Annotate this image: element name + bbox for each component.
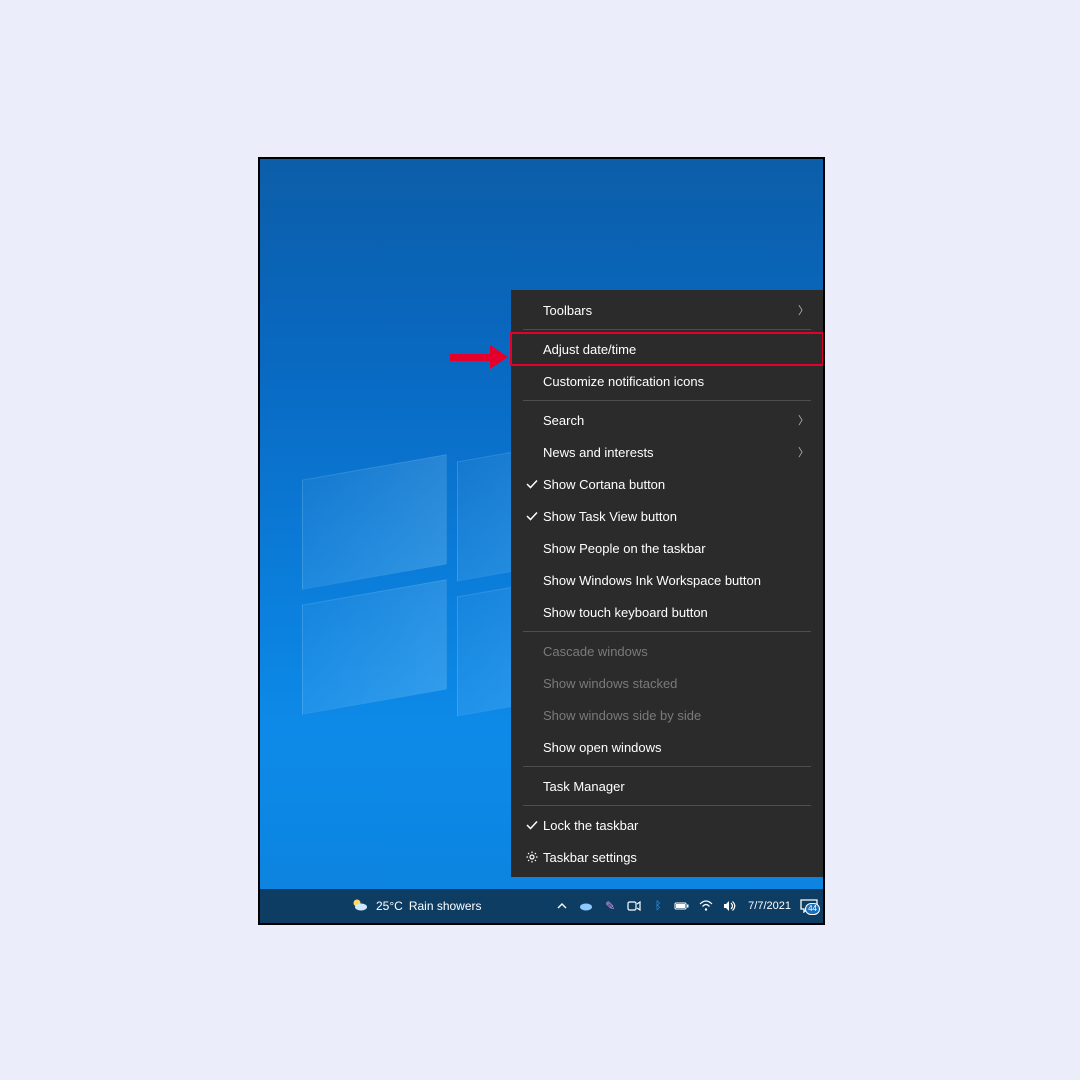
menu-item-news-interests[interactable]: News and interests 〉	[511, 436, 823, 468]
pen-icon[interactable]: ✎	[602, 898, 618, 914]
notification-badge: 44	[805, 903, 820, 915]
menu-item-cortana-button[interactable]: Show Cortana button	[511, 468, 823, 500]
annotation-arrow-icon	[450, 345, 508, 369]
menu-label: Show People on the taskbar	[543, 541, 809, 556]
menu-item-taskview-button[interactable]: Show Task View button	[511, 500, 823, 532]
menu-item-ink-workspace[interactable]: Show Windows Ink Workspace button	[511, 564, 823, 596]
menu-label: Show Windows Ink Workspace button	[543, 573, 809, 588]
menu-item-windows-sidebyside: Show windows side by side	[511, 699, 823, 731]
menu-item-toolbars[interactable]: Toolbars 〉	[511, 294, 823, 326]
chevron-right-icon: 〉	[798, 302, 809, 318]
system-tray: ✎ ᛒ 7/7/2021 44	[548, 898, 823, 914]
wifi-icon[interactable]	[698, 898, 714, 914]
gear-icon	[521, 850, 543, 864]
action-center-icon[interactable]: 44	[801, 898, 817, 914]
menu-item-customize-notifications[interactable]: Customize notification icons	[511, 365, 823, 397]
separator	[523, 631, 811, 632]
separator	[523, 400, 811, 401]
menu-label: Cascade windows	[543, 644, 809, 659]
taskbar-date[interactable]: 7/7/2021	[746, 901, 793, 912]
chevron-right-icon: 〉	[798, 412, 809, 428]
chevron-right-icon: 〉	[798, 444, 809, 460]
menu-label: Task Manager	[543, 779, 809, 794]
menu-item-search[interactable]: Search 〉	[511, 404, 823, 436]
menu-label: Show Task View button	[543, 509, 809, 524]
weather-temp: 25°C	[376, 899, 403, 913]
menu-label: Adjust date/time	[543, 342, 809, 357]
menu-label: News and interests	[543, 445, 798, 460]
menu-item-cascade-windows: Cascade windows	[511, 635, 823, 667]
separator	[523, 766, 811, 767]
menu-item-taskbar-settings[interactable]: Taskbar settings	[511, 841, 823, 873]
separator	[523, 805, 811, 806]
menu-label: Show open windows	[543, 740, 809, 755]
check-icon	[521, 818, 543, 832]
menu-label: Search	[543, 413, 798, 428]
menu-item-show-open-windows[interactable]: Show open windows	[511, 731, 823, 763]
menu-item-touch-keyboard[interactable]: Show touch keyboard button	[511, 596, 823, 628]
menu-item-people-taskbar[interactable]: Show People on the taskbar	[511, 532, 823, 564]
menu-item-task-manager[interactable]: Task Manager	[511, 770, 823, 802]
menu-label: Taskbar settings	[543, 850, 809, 865]
desktop-screenshot: Toolbars 〉 Adjust date/time Customize no…	[258, 157, 825, 925]
battery-icon[interactable]	[674, 898, 690, 914]
bluetooth-icon[interactable]: ᛒ	[650, 898, 666, 914]
meet-now-icon[interactable]	[626, 898, 642, 914]
taskbar[interactable]: 25°C Rain showers ✎ ᛒ 7/7/2021 44	[260, 889, 823, 923]
check-icon	[521, 509, 543, 523]
menu-label: Show Cortana button	[543, 477, 809, 492]
menu-label: Show windows side by side	[543, 708, 809, 723]
check-icon	[521, 477, 543, 491]
menu-label: Toolbars	[543, 303, 798, 318]
separator	[523, 329, 811, 330]
menu-item-adjust-datetime[interactable]: Adjust date/time	[511, 333, 823, 365]
taskbar-context-menu: Toolbars 〉 Adjust date/time Customize no…	[511, 290, 823, 877]
menu-item-lock-taskbar[interactable]: Lock the taskbar	[511, 809, 823, 841]
weather-text: Rain showers	[409, 899, 482, 913]
menu-label: Lock the taskbar	[543, 818, 809, 833]
weather-widget[interactable]: 25°C Rain showers	[350, 896, 482, 916]
menu-label: Show windows stacked	[543, 676, 809, 691]
onedrive-icon[interactable]	[578, 898, 594, 914]
menu-label: Show touch keyboard button	[543, 605, 809, 620]
menu-item-windows-stacked: Show windows stacked	[511, 667, 823, 699]
menu-label: Customize notification icons	[543, 374, 809, 389]
volume-icon[interactable]	[722, 898, 738, 914]
tray-chevron-up-icon[interactable]	[554, 898, 570, 914]
weather-icon	[350, 896, 370, 916]
